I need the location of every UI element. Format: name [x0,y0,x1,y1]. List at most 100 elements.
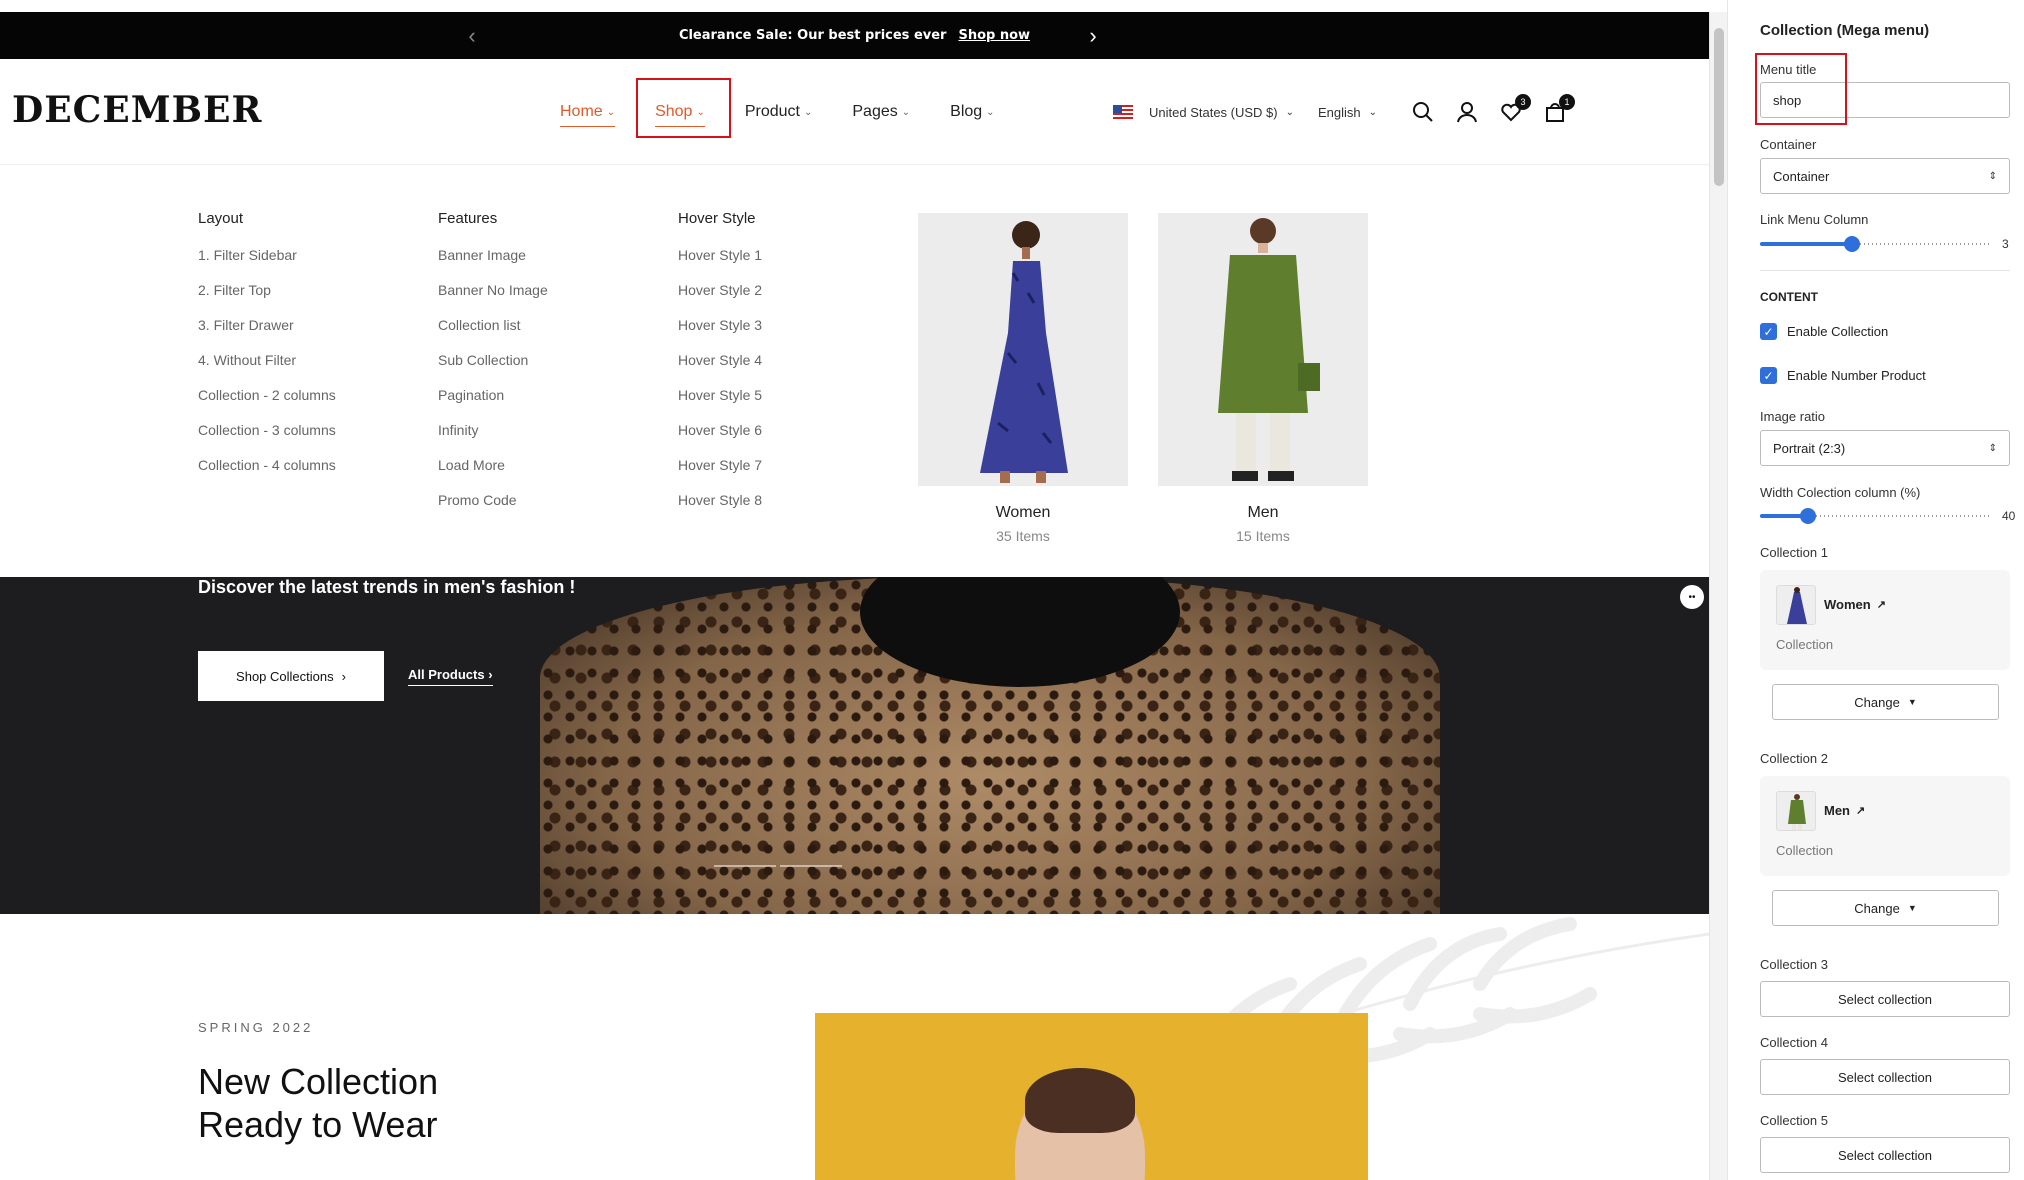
change-collection-1-button[interactable]: Change ▼ [1772,684,1999,720]
collection-card-men[interactable]: Men 15 Items [1158,213,1368,544]
mega-link[interactable]: 4. Without Filter [198,352,336,387]
section-eyebrow: SPRING 2022 [198,1020,314,1035]
hero-headline: Discover the latest trends in men's fash… [198,577,576,597]
mega-link[interactable]: Load More [438,457,548,492]
mega-link[interactable]: 1. Filter Sidebar [198,247,336,282]
search-button[interactable] [1401,90,1445,134]
wishlist-count-badge: 3 [1515,94,1532,110]
mega-link[interactable]: Hover Style 2 [678,282,762,317]
link-menu-column-slider[interactable] [1760,234,1992,254]
width-collection-column-label: Width Colection column (%) [1760,485,1921,500]
change-label: Change [1854,900,1900,916]
mega-link[interactable]: Hover Style 1 [678,247,762,282]
image-ratio-label: Image ratio [1760,409,1826,424]
collection-1-link[interactable]: Women ↗ [1824,597,1886,612]
mega-link[interactable]: Collection - 3 columns [198,422,336,457]
mega-column-heading: Hover Style [678,210,756,227]
collection-2-link[interactable]: Men ↗ [1824,803,1865,818]
nav-home-label: Home [560,103,603,120]
announcement-link[interactable]: Shop now [958,28,1030,43]
site-logo[interactable]: DECEMBER [12,89,262,131]
mega-link[interactable]: Collection list [438,317,548,352]
image-ratio-select[interactable]: Portrait (2:3) ⇕ [1760,430,2010,466]
width-collection-column-value: 40 [2002,509,2016,523]
slider-knob[interactable] [1844,236,1860,252]
shop-collections-button[interactable]: Shop Collections › [198,651,384,701]
change-label: Change [1854,694,1900,710]
preview-scrollbar[interactable] [1709,12,1727,1180]
select-collection-5-button[interactable]: Select collection [1760,1137,2010,1173]
slider-fill [1760,242,1852,246]
nav-pages-label: Pages [852,103,898,120]
select-collection-3-button[interactable]: Select collection [1760,981,2010,1017]
container-select[interactable]: Container ⇕ [1760,158,2010,194]
mega-link[interactable]: Banner No Image [438,282,548,317]
mega-link[interactable]: 3. Filter Drawer [198,317,336,352]
language-selector[interactable]: English ⌄ [1318,105,1377,120]
settings-panel: Collection (Mega menu) Menu title shop C… [1727,0,2024,1180]
select-collection-4-button[interactable]: Select collection [1760,1059,2010,1095]
mega-link[interactable]: Hover Style 4 [678,352,762,387]
collection-count: 35 Items [996,528,1050,544]
mega-link[interactable]: Sub Collection [438,352,548,387]
mega-link[interactable]: Promo Code [438,492,548,527]
slide-indicator[interactable] [780,865,842,867]
collection-1-card: Women ↗ Collection [1760,570,2010,670]
top-gap [0,0,1709,12]
slide-indicator[interactable] [714,865,776,867]
collection-count: 15 Items [1236,528,1290,544]
chevron-down-icon: ⌄ [1285,106,1294,118]
mega-link[interactable]: 2. Filter Top [198,282,336,317]
external-link-icon: ↗ [1856,805,1866,817]
mega-link[interactable]: Hover Style 5 [678,387,762,422]
scrollbar-thumb[interactable] [1714,28,1724,186]
section-title-line1: New Collection [198,1061,439,1102]
account-button[interactable] [1445,90,1489,134]
collection-1-label: Collection 1 [1760,545,1828,560]
mega-column-features: Features Banner Image Banner No Image Co… [438,210,548,527]
enable-collection-checkbox[interactable]: ✓ Enable Collection [1760,323,1888,340]
collection-1-type: Collection [1776,637,1834,652]
mega-link[interactable]: Hover Style 7 [678,457,762,492]
mega-link[interactable]: Collection - 2 columns [198,387,336,422]
width-collection-column-slider[interactable] [1760,506,1992,526]
storefront-preview: ‹ Clearance Sale: Our best prices ever S… [0,0,1709,1180]
checkmark-icon: ✓ [1760,367,1777,384]
announcement-bar: ‹ Clearance Sale: Our best prices ever S… [0,12,1709,59]
all-products-link[interactable]: All Products › [408,667,493,686]
mega-link[interactable]: Hover Style 3 [678,317,762,352]
nav-home[interactable]: Home ⌄ [560,103,616,127]
select-arrows-icon: ⇕ [1988,170,1997,182]
change-collection-2-button[interactable]: Change ▼ [1772,890,1999,926]
chat-icon[interactable]: •• [1680,585,1704,609]
announcement-next-icon[interactable]: › [1078,12,1108,59]
mega-link[interactable]: Collection - 4 columns [198,457,336,492]
nav-blog[interactable]: Blog ⌄ [950,103,994,121]
slider-knob[interactable] [1800,508,1816,524]
nav-product[interactable]: Product ⌄ [745,103,813,121]
mega-link[interactable]: Infinity [438,422,548,457]
section-title-line2: Ready to Wear [198,1104,438,1145]
collection-2-card: Men ↗ Collection [1760,776,2010,876]
content-heading: CONTENT [1760,290,1818,304]
link-menu-column-value: 3 [2002,237,2009,251]
panel-title: Collection (Mega menu) [1760,22,1930,39]
cart-button[interactable]: 1 [1533,90,1577,134]
wishlist-button[interactable]: 3 [1489,90,1533,134]
caret-down-icon: ▼ [1907,903,1917,913]
enable-number-product-checkbox[interactable]: ✓ Enable Number Product [1760,367,1926,384]
language-label: English [1318,104,1361,120]
mega-link[interactable]: Banner Image [438,247,548,282]
new-collection-section: SPRING 2022 New Collection Ready to Wear [0,914,1709,1180]
currency-label: United States (USD $) [1149,104,1278,120]
collection-card-women[interactable]: Women 35 Items [918,213,1128,544]
mega-link[interactable]: Hover Style 8 [678,492,762,527]
collection-2-label: Collection 2 [1760,751,1828,766]
nav-pages[interactable]: Pages ⌄ [852,103,910,121]
select-arrows-icon: ⇕ [1988,442,1997,454]
announcement-message: Clearance Sale: Our best prices ever Sho… [0,12,1709,59]
mega-link[interactable]: Pagination [438,387,548,422]
mega-link[interactable]: Hover Style 6 [678,422,762,457]
currency-selector[interactable]: United States (USD $) ⌄ [1113,105,1294,120]
hero-banner: Discover the latest trends in men's fash… [0,577,1709,914]
